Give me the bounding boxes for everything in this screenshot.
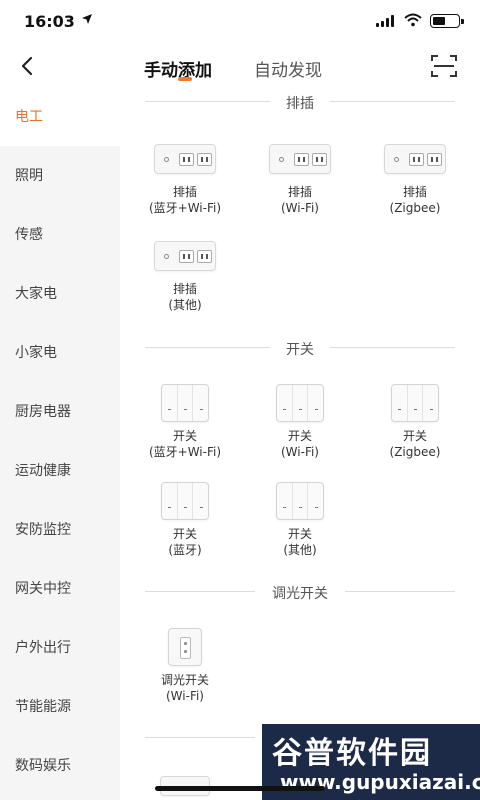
device-item[interactable]: 开关 (蓝牙) [130, 482, 240, 558]
device-name: 开关 [402, 429, 427, 443]
device-item[interactable]: 排插 (蓝牙+Wi-Fi) [130, 144, 240, 216]
device-protocol: (Zigbee) [389, 445, 441, 459]
location-arrow-icon [81, 13, 93, 28]
device-name: 排插 [287, 185, 312, 199]
device-protocol: (其他) [283, 543, 317, 557]
battery-level [433, 17, 445, 25]
device-name: 调光开关 [160, 673, 209, 687]
device-item[interactable]: 排插 (Wi-Fi) [245, 144, 355, 216]
sidebar-item-digital[interactable]: 数码娱乐 [0, 737, 120, 795]
device-protocol: (蓝牙+Wi-Fi) [148, 445, 222, 459]
device-protocol: (蓝牙) [168, 543, 202, 557]
section-title-dimmer: 调光开关 [272, 586, 328, 602]
sidebar-item-energy[interactable]: 节能能源 [0, 678, 120, 736]
chevron-left-icon[interactable] [14, 52, 42, 80]
device-item[interactable]: 开关 (Wi-Fi) [245, 384, 355, 460]
power-strip-icon [269, 144, 331, 174]
sidebar-item-gateway[interactable]: 网关中控 [0, 560, 120, 618]
device-item[interactable]: 开关 (蓝牙+Wi-Fi) [130, 384, 240, 460]
device-name: 排插 [402, 185, 427, 199]
device-item[interactable]: 开关 (其他) [245, 482, 355, 558]
home-indicator[interactable] [155, 786, 325, 791]
device-item[interactable]: 调光开关 (Wi-Fi) [130, 628, 240, 704]
wall-switch-icon [161, 384, 209, 422]
device-item[interactable]: 排插 (其他) [130, 241, 240, 313]
device-name: 开关 [287, 429, 312, 443]
section-divider [330, 347, 455, 348]
scan-icon[interactable] [430, 53, 458, 79]
category-sidebar: 电工 照明 传感 大家电 小家电 厨房电器 运动健康 安防监控 网关中控 户外出… [0, 88, 120, 800]
sidebar-item-large-appliance[interactable]: 大家电 [0, 265, 120, 323]
status-time: 16:03 [24, 12, 75, 31]
section-divider [145, 591, 255, 592]
device-list: 排插 排插 (蓝牙+Wi-Fi) 排插 (Wi-Fi) 排插 (Zigbee) … [120, 88, 480, 800]
wall-switch-icon [276, 482, 324, 520]
section-divider [330, 101, 455, 102]
device-name: 排插 [172, 185, 197, 199]
section-title-switch: 开关 [286, 342, 314, 358]
device-protocol: (Wi-Fi) [166, 689, 204, 703]
device-item[interactable]: 开关 (Zigbee) [360, 384, 470, 460]
sidebar-item-security[interactable]: 安防监控 [0, 501, 120, 559]
device-name: 开关 [172, 429, 197, 443]
sidebar-item-outdoor[interactable]: 户外出行 [0, 619, 120, 677]
top-nav: 手动添加 自动发现 [0, 44, 480, 88]
battery-icon [430, 14, 464, 28]
sidebar-item-sensor[interactable]: 传感 [0, 206, 120, 264]
wall-switch-icon [391, 384, 439, 422]
device-protocol: (Zigbee) [389, 201, 441, 215]
signal-icon [376, 15, 398, 27]
sidebar-item-lighting[interactable]: 照明 [0, 147, 120, 205]
section-divider [345, 591, 455, 592]
device-name: 开关 [172, 527, 197, 541]
wifi-icon [404, 12, 422, 27]
device-protocol: (Wi-Fi) [281, 201, 319, 215]
power-strip-icon [154, 144, 216, 174]
device-protocol: (其他) [168, 298, 202, 312]
device-name: 开关 [287, 527, 312, 541]
section-title-power-strip: 排插 [286, 96, 314, 112]
power-strip-icon [384, 144, 446, 174]
wall-switch-icon [161, 482, 209, 520]
status-bar: 16:03 [0, 0, 480, 44]
wall-switch-icon [276, 384, 324, 422]
section-divider [145, 737, 255, 738]
power-strip-icon [154, 241, 216, 271]
dimmer-switch-icon [168, 628, 202, 666]
device-item[interactable]: 排插 (Zigbee) [360, 144, 470, 216]
tab-auto-discover[interactable]: 自动发现 [254, 56, 322, 81]
watermark-title: 谷普软件园 [272, 736, 432, 771]
sidebar-item-kitchen[interactable]: 厨房电器 [0, 383, 120, 441]
active-tab-indicator [178, 77, 192, 81]
sidebar-item-sports-health[interactable]: 运动健康 [0, 442, 120, 500]
device-name: 排插 [172, 282, 197, 296]
device-protocol: (Wi-Fi) [281, 445, 319, 459]
device-protocol: (蓝牙+Wi-Fi) [148, 201, 222, 215]
sidebar-item-electrician[interactable]: 电工 [0, 88, 120, 146]
sidebar-item-small-appliance[interactable]: 小家电 [0, 324, 120, 382]
